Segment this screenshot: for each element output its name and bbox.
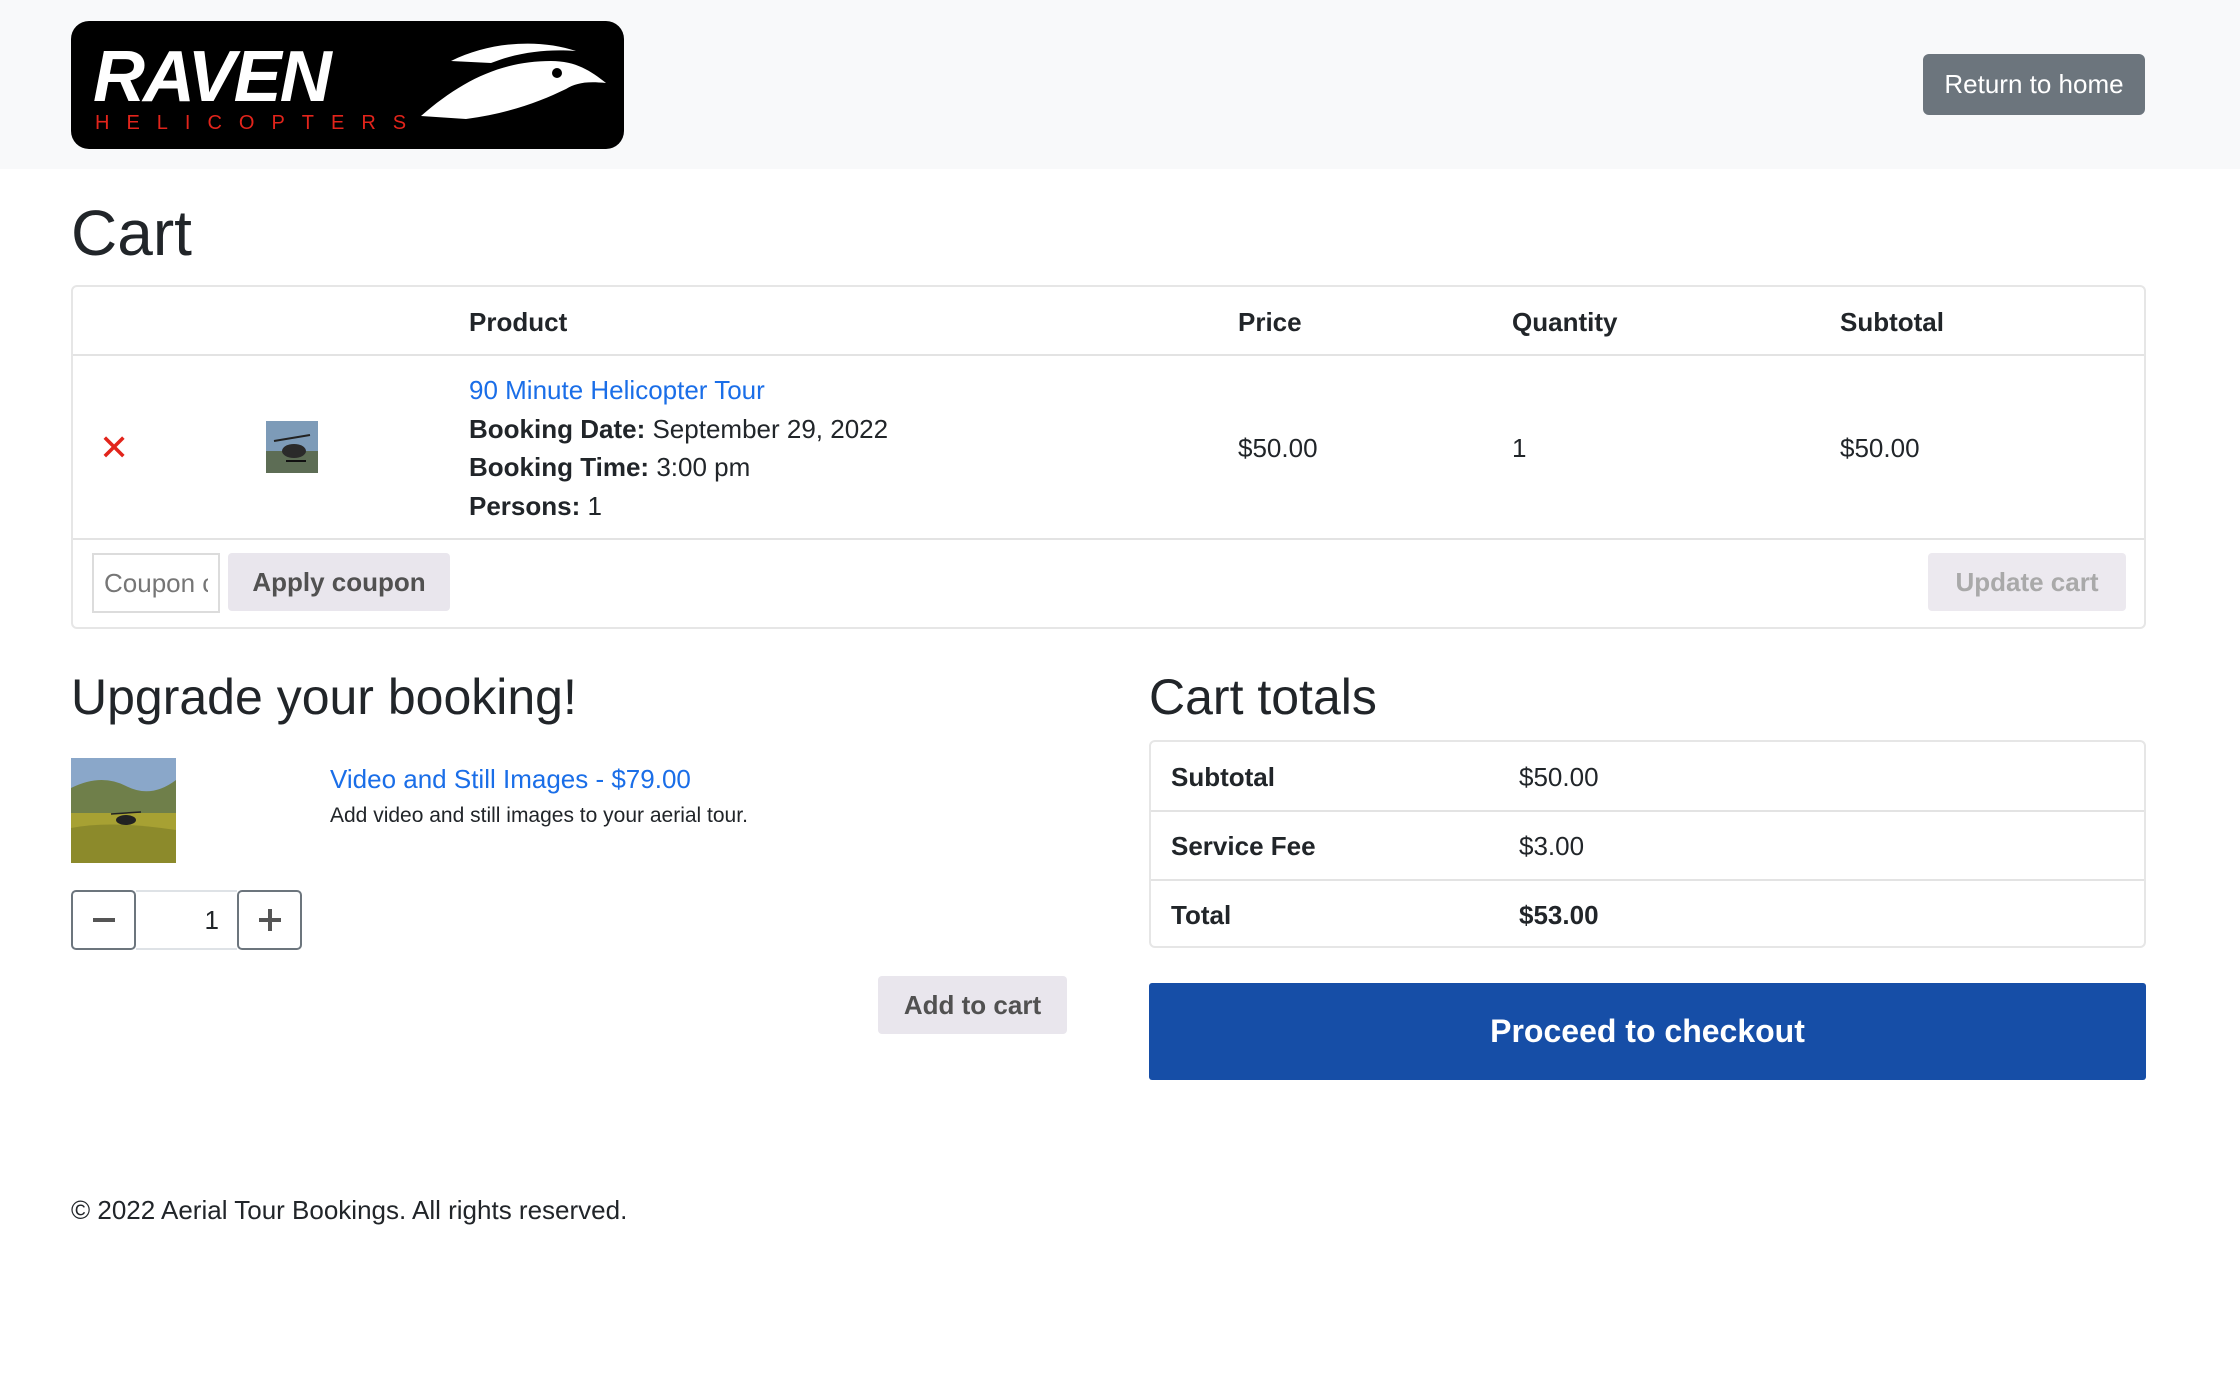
- top-navbar: RAVEN HELICOPTERS Return to home: [0, 0, 2240, 169]
- totals-divider: [1151, 810, 2144, 812]
- booking-time-value: 3:00 pm: [656, 452, 751, 482]
- booking-date-label: Booking Date:: [469, 414, 646, 444]
- item-quantity: 1: [1512, 433, 1527, 463]
- raven-helicopters-logo[interactable]: RAVEN HELICOPTERS: [71, 21, 624, 149]
- persons: Persons: 1: [469, 491, 602, 522]
- booking-date: Booking Date: September 29, 2022: [469, 414, 888, 445]
- column-header-subtotal: Subtotal: [1840, 307, 1944, 337]
- subtotal-value: $50.00: [1519, 762, 1599, 792]
- totals-divider: [1151, 879, 2144, 881]
- column-header-product: Product: [469, 307, 568, 337]
- logo-graphic: RAVEN HELICOPTERS: [93, 37, 606, 134]
- item-price: $50.00: [1238, 433, 1318, 463]
- item-subtotal: $50.00: [1840, 433, 1920, 463]
- total-label: Total: [1171, 900, 1232, 930]
- persons-label: Persons:: [469, 491, 581, 521]
- booking-time-label: Booking Time:: [469, 452, 650, 482]
- column-header-quantity: Quantity: [1512, 307, 1618, 337]
- service-fee-label: Service Fee: [1171, 831, 1316, 861]
- upsell-description: Add video and still images to your aeria…: [330, 804, 748, 827]
- coupon-code-input[interactable]: [92, 553, 220, 613]
- cart-table: Product Price Quantity Subtotal ✕ 90 Min…: [71, 285, 2146, 629]
- upsell-product-link[interactable]: Video and Still Images - $79.00: [330, 764, 691, 795]
- total-value: $53.00: [1519, 900, 1599, 930]
- booking-time: Booking Time: 3:00 pm: [469, 452, 750, 483]
- raven-head-shape: [421, 61, 606, 119]
- logo-subtext: HELICOPTERS: [95, 112, 423, 134]
- cart-totals-table: Subtotal $50.00 Service Fee $3.00 Total …: [1149, 740, 2146, 948]
- return-to-home-button[interactable]: Return to home: [1923, 54, 2145, 115]
- logo-wordmark: RAVEN: [93, 37, 334, 117]
- add-to-cart-button[interactable]: Add to cart: [878, 976, 1067, 1034]
- raven-crest-shape: [451, 43, 576, 63]
- actions-divider: [73, 538, 2144, 540]
- cart-totals-title: Cart totals: [1149, 669, 1377, 725]
- minus-icon: [92, 918, 115, 922]
- column-header-price: Price: [1238, 307, 1302, 337]
- raven-eye: [552, 68, 562, 78]
- plus-icon: [258, 909, 281, 931]
- header-divider: [73, 354, 2144, 356]
- service-fee-value: $3.00: [1519, 831, 1585, 861]
- page-title: Cart: [71, 197, 192, 269]
- product-thumbnail[interactable]: [266, 421, 318, 473]
- increase-quantity-button[interactable]: [237, 890, 302, 950]
- upsell-title: Upgrade your booking!: [71, 669, 577, 725]
- footer-copyright: © 2022 Aerial Tour Bookings. All rights …: [71, 1195, 628, 1225]
- upsell-image[interactable]: [71, 758, 176, 863]
- persons-value: 1: [587, 491, 602, 521]
- booking-date-value: September 29, 2022: [652, 414, 889, 444]
- remove-item-icon[interactable]: ✕: [99, 430, 129, 466]
- proceed-to-checkout-button[interactable]: Proceed to checkout: [1149, 983, 2146, 1080]
- product-link[interactable]: 90 Minute Helicopter Tour: [469, 375, 765, 406]
- quantity-input[interactable]: [136, 890, 237, 950]
- decrease-quantity-button[interactable]: [71, 890, 136, 950]
- update-cart-button[interactable]: Update cart: [1928, 553, 2126, 611]
- apply-coupon-button[interactable]: Apply coupon: [228, 553, 450, 611]
- subtotal-label: Subtotal: [1171, 762, 1275, 792]
